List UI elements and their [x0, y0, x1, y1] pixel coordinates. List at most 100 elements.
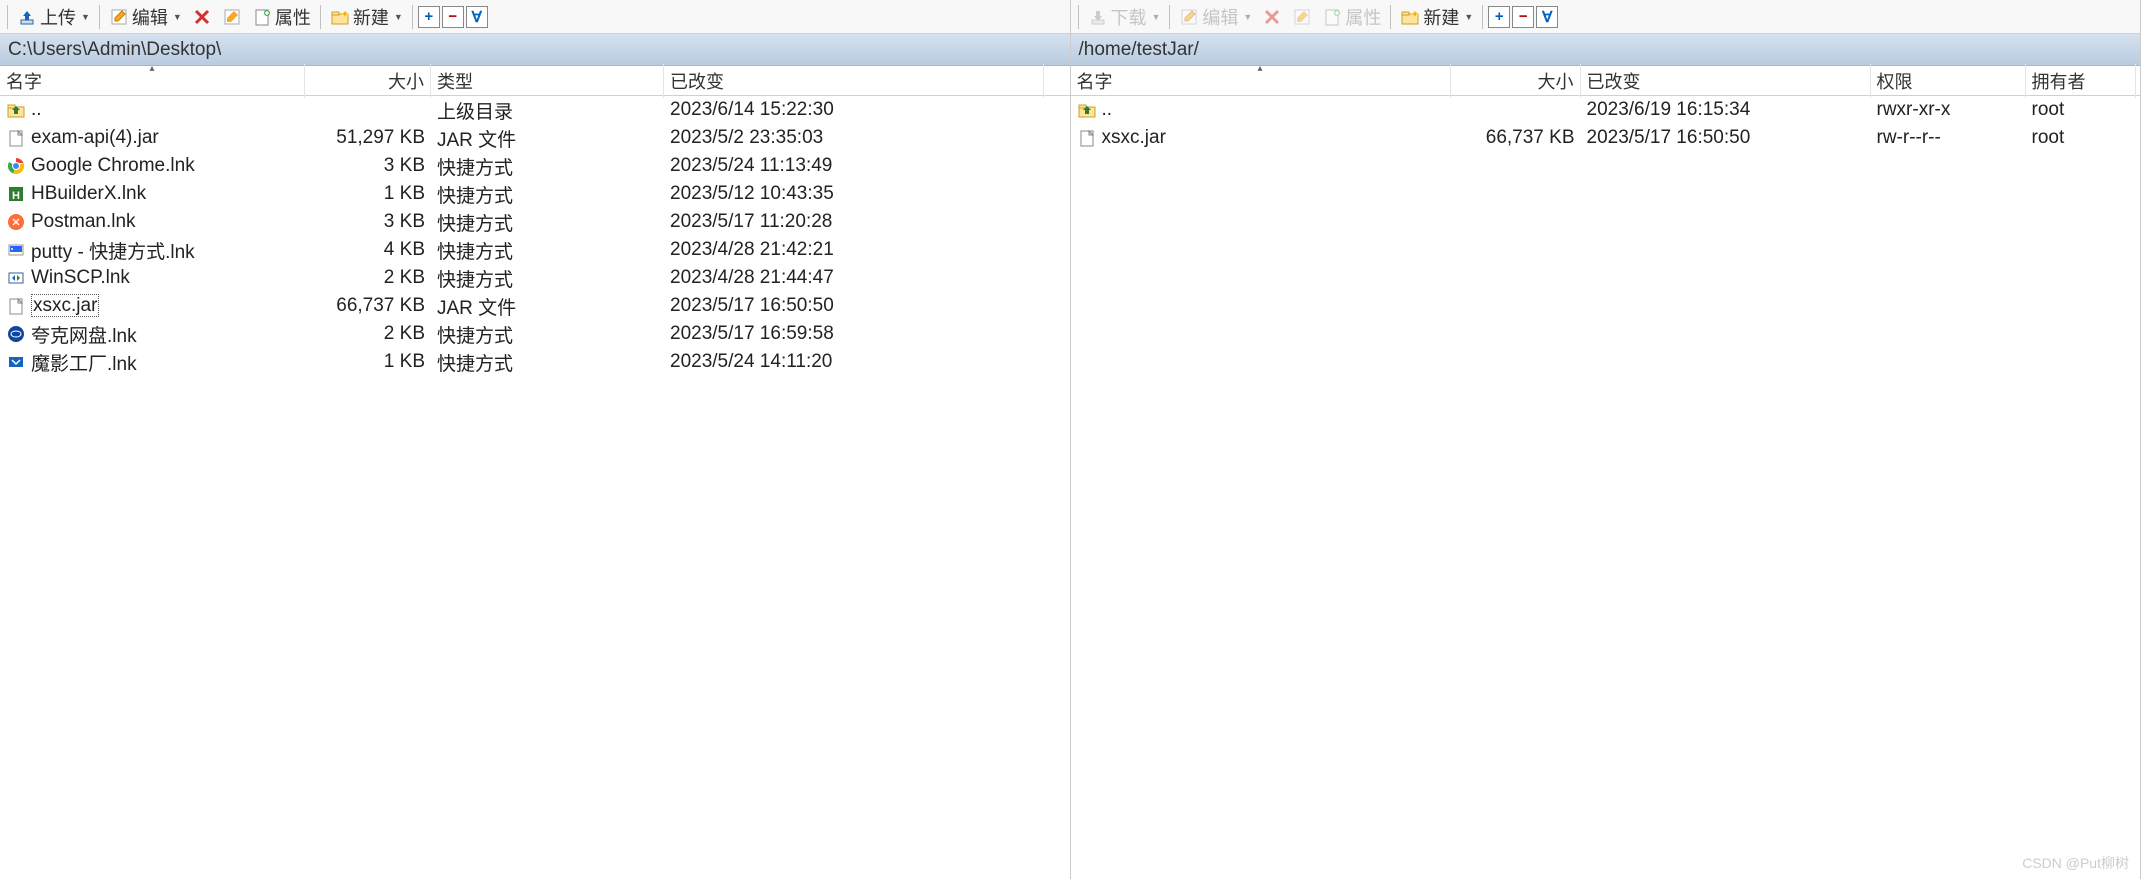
select-all-button[interactable]: + — [418, 6, 440, 28]
file-name: xsxc.jar — [0, 293, 305, 319]
delete-button[interactable] — [1258, 5, 1286, 29]
dropdown-icon[interactable]: ▼ — [1150, 12, 1161, 22]
edit-icon — [109, 7, 129, 27]
select-all-button[interactable]: + — [1488, 6, 1510, 28]
invert-selection-button[interactable]: ∀ — [466, 6, 488, 28]
file-row[interactable]: 夸克网盘.lnk2 KB快捷方式2023/5/17 16:59:58 — [0, 320, 1070, 348]
header-changed[interactable]: 已改变 — [1581, 64, 1871, 98]
file-owner: root — [2026, 125, 2136, 151]
properties-button[interactable]: 属性 — [1318, 2, 1385, 32]
file-row[interactable]: putty - 快捷方式.lnk4 KB快捷方式2023/4/28 21:42:… — [0, 236, 1070, 264]
file-row[interactable]: WinSCP.lnk2 KB快捷方式2023/4/28 21:44:47 — [0, 264, 1070, 292]
file-changed: 2023/5/17 16:59:58 — [664, 321, 1044, 347]
properties-icon — [252, 7, 272, 27]
edit-button[interactable]: 编辑 ▼ — [105, 2, 186, 32]
dropdown-icon[interactable]: ▼ — [171, 12, 182, 22]
file-row[interactable]: xsxc.jar66,737 KBJAR 文件2023/5/17 16:50:5… — [0, 292, 1070, 320]
file-name: WinSCP.lnk — [0, 265, 305, 291]
upload-button[interactable]: 上传 ▼ — [13, 2, 94, 32]
dropdown-icon[interactable]: ▼ — [1241, 12, 1252, 22]
header-name[interactable]: 名字▴ — [0, 64, 305, 98]
header-perm[interactable]: 权限 — [1871, 64, 2026, 98]
file-changed: 2023/5/2 23:35:03 — [664, 125, 1044, 151]
new-label: 新建 — [1423, 4, 1459, 30]
file-row[interactable]: 魔影工厂.lnk1 KB快捷方式2023/5/24 14:11:20 — [0, 348, 1070, 376]
chrome-icon — [6, 156, 26, 176]
file-changed: 2023/5/17 16:50:50 — [1581, 125, 1871, 151]
header-name[interactable]: 名字▴ — [1071, 64, 1451, 98]
file-size: 3 KB — [305, 209, 431, 235]
file-row[interactable]: HBuilderX.lnk1 KB快捷方式2023/5/12 10:43:35 — [0, 180, 1070, 208]
postman-icon — [6, 212, 26, 232]
remote-path-bar[interactable]: /home/testJar/ — [1071, 34, 2141, 66]
dropdown-icon[interactable]: ▼ — [392, 12, 403, 22]
file-size — [305, 108, 431, 112]
local-path-bar[interactable]: C:\Users\Admin\Desktop\ — [0, 34, 1070, 66]
delete-icon — [192, 7, 212, 27]
deselect-all-button[interactable]: − — [1512, 6, 1534, 28]
dropdown-icon[interactable]: ▼ — [1462, 12, 1473, 22]
dropdown-icon[interactable]: ▼ — [79, 12, 90, 22]
file-type: 快捷方式 — [431, 319, 664, 350]
header-owner[interactable]: 拥有者 — [2026, 64, 2136, 98]
rename-icon — [1292, 7, 1312, 27]
delete-button[interactable] — [188, 5, 216, 29]
quark-icon — [6, 324, 26, 344]
new-label: 新建 — [353, 4, 389, 30]
upload-icon — [17, 7, 37, 27]
file-size: 2 KB — [305, 265, 431, 291]
new-button[interactable]: 新建 ▼ — [326, 2, 407, 32]
header-changed[interactable]: 已改变 — [664, 64, 1044, 98]
delete-icon — [1262, 7, 1282, 27]
header-size[interactable]: 大小 — [305, 64, 431, 98]
header-type[interactable]: 类型 — [431, 64, 664, 98]
header-size[interactable]: 大小 — [1451, 64, 1581, 98]
remote-file-list[interactable]: ..2023/6/19 16:15:34rwxr-xr-xrootxsxc.ja… — [1071, 96, 2141, 879]
file-changed: 2023/5/17 11:20:28 — [664, 209, 1044, 235]
sort-asc-icon: ▴ — [1257, 63, 1262, 74]
local-file-list[interactable]: ..上级目录2023/6/14 15:22:30exam-api(4).jar5… — [0, 96, 1070, 879]
file-row[interactable]: Google Chrome.lnk3 KB快捷方式2023/5/24 11:13… — [0, 152, 1070, 180]
file-type: 快捷方式 — [431, 151, 664, 182]
file-row[interactable]: ..2023/6/19 16:15:34rwxr-xr-xroot — [1071, 96, 2141, 124]
download-label: 下载 — [1111, 4, 1147, 30]
file-icon — [6, 296, 26, 316]
edit-button[interactable]: 编辑 ▼ — [1175, 2, 1256, 32]
file-size: 3 KB — [305, 153, 431, 179]
file-perm: rwxr-xr-x — [1871, 97, 2026, 123]
upload-label: 上传 — [40, 4, 76, 30]
file-row[interactable]: exam-api(4).jar51,297 KBJAR 文件2023/5/2 2… — [0, 124, 1070, 152]
download-button[interactable]: 下载 ▼ — [1084, 2, 1165, 32]
file-changed: 2023/6/14 15:22:30 — [664, 97, 1044, 123]
file-size: 2 KB — [305, 321, 431, 347]
file-icon — [1077, 128, 1097, 148]
file-changed: 2023/4/28 21:42:21 — [664, 237, 1044, 263]
remote-header-row: 名字▴ 大小 已改变 权限 拥有者 — [1071, 66, 2141, 96]
rename-button[interactable] — [1288, 5, 1316, 29]
properties-button[interactable]: 属性 — [248, 2, 315, 32]
file-changed: 2023/6/19 16:15:34 — [1581, 97, 1871, 123]
winscp-icon — [6, 268, 26, 288]
file-owner: root — [2026, 97, 2136, 123]
invert-selection-button[interactable]: ∀ — [1536, 6, 1558, 28]
file-type: 快捷方式 — [431, 179, 664, 210]
new-button[interactable]: 新建 ▼ — [1396, 2, 1477, 32]
file-type: JAR 文件 — [431, 123, 664, 154]
deselect-all-button[interactable]: − — [442, 6, 464, 28]
edit-label: 编辑 — [1202, 4, 1238, 30]
download-icon — [1088, 7, 1108, 27]
rename-button[interactable] — [218, 5, 246, 29]
file-changed: 2023/5/24 14:11:20 — [664, 349, 1044, 375]
moying-icon — [6, 352, 26, 372]
file-size: 51,297 KB — [305, 125, 431, 151]
file-name: putty - 快捷方式.lnk — [0, 235, 305, 266]
file-row[interactable]: Postman.lnk3 KB快捷方式2023/5/17 11:20:28 — [0, 208, 1070, 236]
file-type: 快捷方式 — [431, 207, 664, 238]
file-row[interactable]: ..上级目录2023/6/14 15:22:30 — [0, 96, 1070, 124]
file-name: exam-api(4).jar — [0, 125, 305, 151]
file-changed: 2023/5/17 16:50:50 — [664, 293, 1044, 319]
file-size: 66,737 KB — [1451, 125, 1581, 151]
sort-asc-icon: ▴ — [149, 63, 154, 74]
file-changed: 2023/4/28 21:44:47 — [664, 265, 1044, 291]
file-row[interactable]: xsxc.jar66,737 KB2023/5/17 16:50:50rw-r-… — [1071, 124, 2141, 152]
